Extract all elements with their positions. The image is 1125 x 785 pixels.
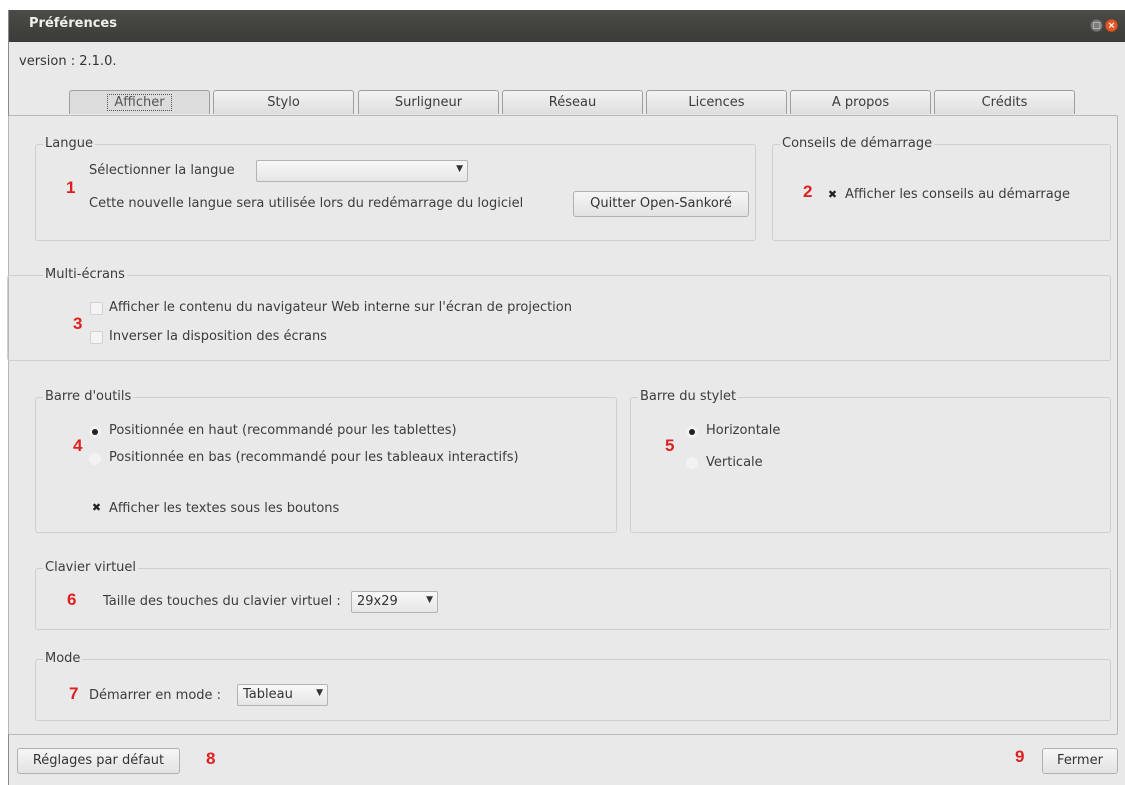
reset-defaults-button[interactable]: Réglages par défaut	[17, 748, 180, 774]
clavier-group-title: Clavier virtuel	[43, 560, 139, 575]
tab-licences[interactable]: Licences	[646, 90, 787, 114]
window-title: Préférences	[29, 16, 117, 31]
keyboard-size-label: Taille des touches du clavier virtuel :	[103, 594, 341, 609]
chevron-down-icon: ▼	[426, 595, 433, 605]
multi-ecrans-group-title: Multi-écrans	[43, 267, 127, 282]
afficher-pane: Langue 1 Sélectionner la langue ▼ Cette …	[7, 115, 1118, 735]
maximize-icon[interactable]: □	[1090, 19, 1103, 32]
toolbar-top-radio[interactable]	[89, 426, 101, 438]
close-button[interactable]: Fermer	[1042, 748, 1118, 774]
langue-group-title: Langue	[43, 136, 95, 151]
restart-note: Cette nouvelle langue sera utilisée lors…	[89, 196, 524, 211]
tab-surligneur[interactable]: Surligneur	[358, 90, 499, 114]
toolbar-top-label: Positionnée en haut (recommandé pour les…	[109, 423, 457, 438]
invert-screens-label: Inverser la disposition des écrans	[109, 329, 327, 344]
start-mode-select[interactable]: Tableau ▼	[237, 684, 328, 706]
marker-4: 4	[73, 436, 83, 455]
tab-a-propos[interactable]: A propos	[790, 90, 931, 114]
marker-8: 8	[206, 749, 216, 768]
chevron-down-icon: ▼	[316, 688, 323, 698]
startup-tips-label: Afficher les conseils au démarrage	[845, 187, 1070, 202]
preferences-window: Préférences □ × version : 2.1.0. Affiche…	[7, 10, 1125, 785]
invert-screens-checkbox[interactable]	[90, 331, 103, 344]
barre-outils-group-title: Barre d'outils	[43, 389, 134, 404]
version-label: version : 2.1.0.	[19, 54, 117, 69]
tab-reseau[interactable]: Réseau	[502, 90, 643, 114]
web-browser-projection-checkbox[interactable]	[90, 302, 103, 315]
button-texts-checkbox[interactable]: ✖	[90, 502, 103, 515]
close-window-icon[interactable]: ×	[1105, 19, 1118, 32]
select-language-label: Sélectionner la langue	[89, 163, 235, 178]
toolbar-bottom-radio[interactable]	[89, 453, 101, 465]
title-bar[interactable]: Préférences □ ×	[9, 10, 1125, 42]
language-select[interactable]: ▼	[256, 160, 468, 182]
button-texts-label: Afficher les textes sous les boutons	[109, 501, 340, 516]
keyboard-size-select[interactable]: 29x29 ▼	[351, 591, 438, 613]
stylus-horizontal-radio[interactable]	[686, 426, 698, 438]
tab-stylo[interactable]: Stylo	[213, 90, 354, 114]
marker-6: 6	[67, 590, 77, 609]
marker-9: 9	[1015, 747, 1025, 766]
mode-group-title: Mode	[43, 651, 83, 666]
conseils-group-title: Conseils de démarrage	[780, 136, 935, 151]
start-mode-label: Démarrer en mode :	[89, 688, 222, 703]
toolbar-bottom-label: Positionnée en bas (recommandé pour les …	[109, 450, 519, 465]
startup-tips-checkbox[interactable]: ✖	[826, 189, 839, 202]
marker-3: 3	[73, 314, 83, 333]
marker-2: 2	[803, 182, 813, 201]
multi-ecrans-group	[7, 275, 1111, 361]
stylus-vertical-radio[interactable]	[686, 457, 698, 469]
stylus-vertical-label: Verticale	[706, 455, 763, 470]
stylus-horizontal-label: Horizontale	[706, 423, 781, 438]
barre-stylet-group-title: Barre du stylet	[638, 389, 739, 404]
barre-stylet-group	[630, 397, 1111, 533]
chevron-down-icon: ▼	[456, 164, 463, 174]
marker-1: 1	[66, 178, 76, 197]
quit-open-sankore-button[interactable]: Quitter Open-Sankoré	[573, 191, 749, 217]
tab-afficher[interactable]: Afficher	[69, 90, 210, 114]
web-browser-projection-label: Afficher le contenu du navigateur Web in…	[109, 300, 572, 315]
tab-credits[interactable]: Crédits	[934, 90, 1075, 114]
marker-7: 7	[69, 684, 79, 703]
marker-5: 5	[665, 436, 675, 455]
